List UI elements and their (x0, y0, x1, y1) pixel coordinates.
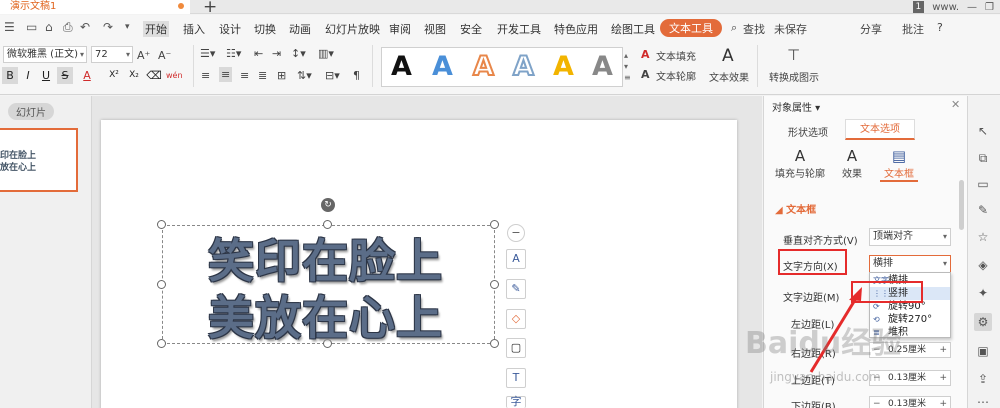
properties-icon[interactable]: ⚙ (974, 313, 992, 331)
layout-icon[interactable]: ▭ (974, 175, 992, 193)
note-icon[interactable]: ✎ (974, 201, 992, 219)
watermark-url: jingyan.baidu.com (770, 370, 881, 384)
side-toolbar (967, 96, 1000, 408)
export-icon[interactable]: ⇪ (974, 370, 992, 388)
shield-icon[interactable]: ◈ (974, 256, 992, 274)
panel-scrollbar[interactable] (959, 180, 964, 230)
copy-icon[interactable]: ⧉ (974, 149, 992, 167)
animation-icon[interactable]: ✦ (974, 284, 992, 302)
image-icon[interactable]: ▣ (974, 342, 992, 360)
star-icon[interactable]: ☆ (974, 228, 992, 246)
more-icon[interactable]: ⋯ (974, 396, 992, 408)
watermark: Baidu经验 (745, 326, 902, 361)
pointer-icon[interactable]: ↖ (974, 122, 992, 140)
